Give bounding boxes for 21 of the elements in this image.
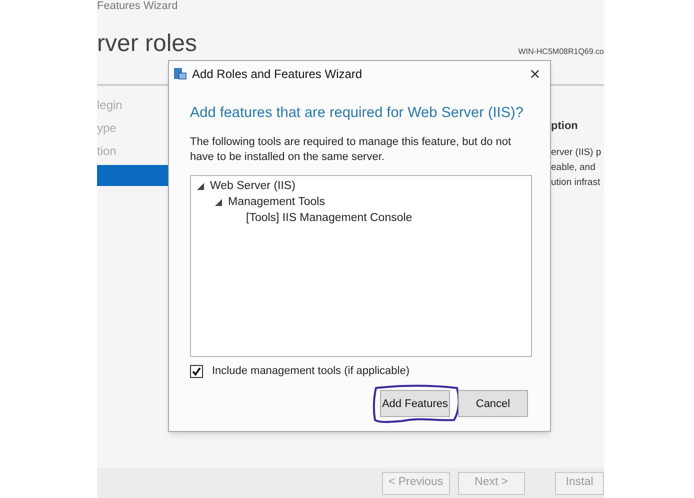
server-name: WIN-HC5M08R1Q69.co — [518, 46, 604, 58]
wizard-icon — [173, 67, 187, 80]
checkbox[interactable] — [190, 364, 203, 378]
checkbox-label: Include management tools (if applicable) — [212, 364, 410, 379]
description-text: erver (IIS) p — [551, 146, 602, 160]
dialog-heading: Add features that are required for Web Server (IIS)? — [190, 104, 524, 123]
window-title: Features Wizard — [97, 0, 178, 12]
dialog-button[interactable]: Add Features — [380, 390, 450, 418]
description-text: ution infrast — [551, 176, 602, 190]
dialog-title: Add Roles and Features Wizard — [192, 66, 364, 82]
dialog-message: The following tools are required to manage this feature, but do not have to be installed on the same server. — [190, 134, 512, 165]
tree-item[interactable]: Web Server (IIS) — [210, 178, 296, 196]
tree-item[interactable]: Management Tools — [228, 194, 325, 212]
tree-item[interactable]: [Tools] IIS Management Console — [246, 210, 412, 228]
page-heading: rver roles — [97, 32, 198, 56]
section-heading: ption — [551, 119, 579, 134]
close-button[interactable]: × — [524, 64, 546, 82]
dialog-button[interactable]: Cancel — [458, 390, 528, 418]
expanded-triangle-icon[interactable] — [197, 183, 204, 190]
expanded-triangle-icon[interactable] — [215, 199, 222, 206]
description-text: eable, and — [551, 160, 596, 174]
